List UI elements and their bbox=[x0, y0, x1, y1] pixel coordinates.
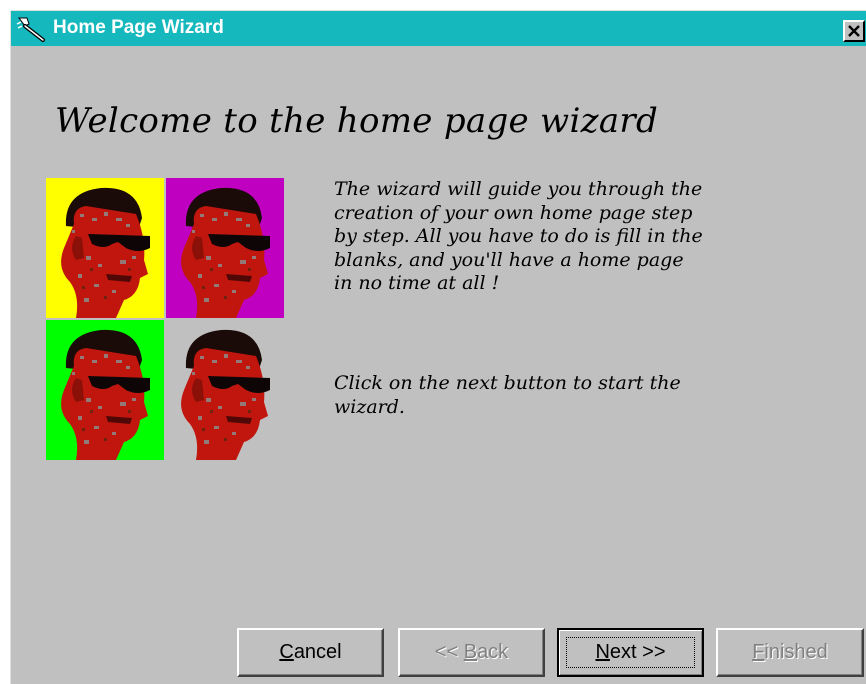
instruction-paragraph: Click on the next button to start the wi… bbox=[334, 372, 854, 419]
face-with-sunglasses-icon bbox=[61, 187, 150, 318]
portrait-tile bbox=[46, 320, 164, 460]
next-button[interactable]: Next >> bbox=[557, 628, 704, 677]
intro-paragraph: The wizard will guide you through the cr… bbox=[334, 178, 854, 296]
portrait-tile bbox=[166, 178, 284, 318]
portrait-tile bbox=[166, 320, 284, 460]
wizard-window: Home Page Wizard Welcome to the home pag… bbox=[10, 10, 866, 684]
back-button-label: << Back bbox=[434, 641, 509, 663]
focus-ring bbox=[566, 637, 695, 668]
finished-button[interactable]: Finished bbox=[716, 628, 864, 677]
face-with-sunglasses-icon bbox=[61, 329, 150, 460]
title-bar[interactable]: Home Page Wizard bbox=[11, 11, 866, 46]
wand-icon bbox=[16, 17, 45, 42]
close-button[interactable] bbox=[843, 20, 865, 42]
finished-button-label: Finished bbox=[752, 641, 828, 663]
back-button[interactable]: << Back bbox=[398, 628, 545, 677]
window-title: Home Page Wizard bbox=[53, 17, 224, 38]
intro-line: blanks, and you'll have a home page bbox=[334, 248, 684, 271]
instruction-line: Click on the next button to start the bbox=[334, 372, 681, 394]
face-with-sunglasses-icon bbox=[181, 187, 270, 318]
portrait-tile bbox=[46, 178, 164, 318]
instruction-line: wizard. bbox=[334, 395, 405, 418]
intro-line: The wizard will guide you through the bbox=[334, 178, 703, 200]
welcome-heading: Welcome to the home page wizard bbox=[55, 101, 659, 141]
face-with-sunglasses-icon bbox=[181, 329, 270, 460]
intro-line: by step. All you have to do is fill in t… bbox=[334, 225, 703, 247]
intro-line: creation of your own home page step bbox=[334, 201, 693, 224]
portrait-image bbox=[46, 178, 286, 462]
close-icon bbox=[848, 25, 860, 37]
cancel-button[interactable]: Cancel bbox=[237, 628, 384, 677]
intro-line: in no time at all ! bbox=[334, 272, 500, 294]
cancel-button-label: Cancel bbox=[279, 641, 342, 663]
